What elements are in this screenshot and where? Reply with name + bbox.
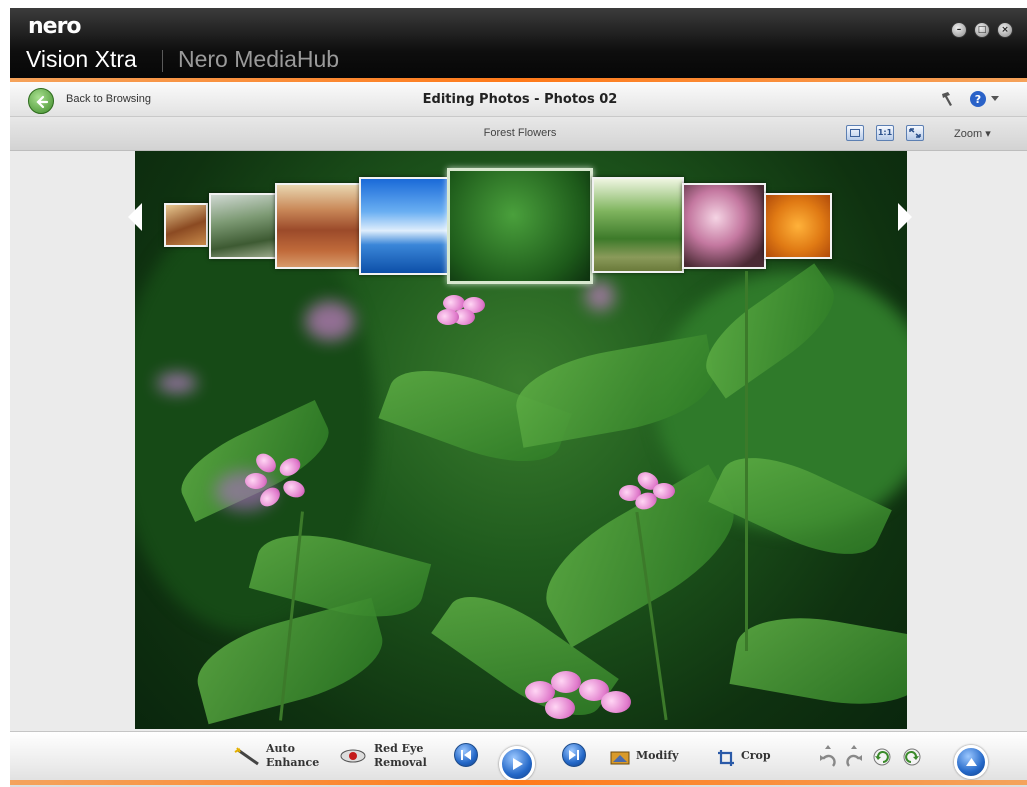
thumb-pink-blossoms[interactable] — [682, 183, 766, 269]
thumb-blue-sky-lake[interactable] — [359, 177, 453, 275]
undo-icon[interactable] — [818, 744, 838, 770]
close-button[interactable]: × — [997, 22, 1013, 38]
mediahub-title[interactable]: Nero MediaHub — [178, 46, 339, 73]
red-eye-icon — [340, 749, 366, 763]
thumb-river-valley[interactable] — [209, 193, 277, 259]
previous-photo-arrow[interactable] — [128, 203, 142, 231]
nav-tools: ? — [939, 90, 1009, 110]
pink-flower — [615, 468, 685, 521]
skip-back-icon — [461, 750, 471, 760]
redo-icon[interactable] — [844, 744, 864, 770]
help-icon[interactable]: ? — [969, 90, 987, 108]
fullscreen-button[interactable] — [906, 125, 924, 141]
app-title: Vision Xtra — [26, 46, 137, 72]
fern-leaf — [729, 605, 907, 717]
thumb-forest-flowers[interactable] — [447, 168, 593, 284]
title-bar: nero Vision Xtra Nero MediaHub – □ × — [10, 8, 1027, 82]
svg-text:?: ? — [975, 93, 981, 106]
back-arrow-icon — [36, 95, 49, 109]
rotate-right-icon[interactable] — [902, 747, 922, 767]
fit-window-button[interactable] — [846, 125, 864, 141]
next-button[interactable] — [562, 743, 586, 767]
crop-label: Crop — [741, 749, 771, 762]
toolbar-accent-bar — [10, 780, 1027, 785]
pink-flower — [245, 449, 315, 521]
maximize-button[interactable]: □ — [974, 22, 990, 38]
album-title: Forest Flowers — [483, 127, 557, 139]
thumb-red-buttes[interactable] — [275, 183, 361, 269]
hammer-icon[interactable] — [939, 90, 957, 108]
crop-icon — [718, 750, 734, 766]
fullscreen-icon — [909, 128, 921, 138]
flower-stem — [745, 271, 748, 651]
thumb-forest-path[interactable] — [592, 177, 684, 273]
auto-enhance-label-1: Auto — [266, 742, 295, 755]
pink-flower — [525, 671, 635, 729]
auto-enhance-label-2: Enhance — [266, 756, 320, 769]
actual-size-button[interactable]: 1:1 — [876, 125, 894, 141]
red-eye-label-1: Red Eye — [374, 742, 424, 755]
blurred-flower — [585, 281, 615, 311]
back-to-browsing-link[interactable]: Back to Browsing — [66, 93, 151, 105]
chevron-up-icon — [966, 758, 977, 766]
magic-wand-icon — [234, 747, 259, 766]
navigation-bar: Back to Browsing Editing Photos - Photos… — [10, 82, 1027, 117]
blurred-flower — [305, 301, 355, 341]
title-separator — [162, 50, 163, 72]
previous-button[interactable] — [454, 743, 478, 767]
minimize-button[interactable]: – — [951, 22, 967, 38]
nero-logo: nero — [28, 14, 82, 39]
application-window: nero Vision Xtra Nero MediaHub – □ × Bac… — [10, 8, 1027, 787]
zoom-label: Zoom — [954, 128, 983, 140]
modify-button[interactable]: Modify — [610, 740, 690, 776]
crop-button[interactable]: Crop — [717, 740, 787, 776]
chevron-down-icon: ▾ — [985, 128, 991, 140]
red-eye-removal-button[interactable]: Red Eye Removal — [340, 740, 436, 776]
photo-viewer — [10, 151, 1027, 731]
pink-flower — [435, 291, 495, 341]
skip-forward-icon — [569, 750, 579, 760]
play-icon — [513, 758, 523, 770]
auto-enhance-button[interactable]: Auto Enhance — [234, 740, 326, 776]
edit-toolbar: Auto Enhance Red Eye Removal Modify Crop — [10, 731, 1027, 787]
page-title: Editing Photos - Photos 02 — [422, 92, 618, 107]
thumb-orange-flowers[interactable] — [764, 193, 832, 259]
modify-icon — [610, 751, 630, 765]
next-photo-arrow[interactable] — [898, 203, 912, 231]
expand-button[interactable] — [954, 745, 988, 779]
blurred-flower — [157, 373, 197, 393]
rotate-left-icon[interactable] — [872, 747, 892, 767]
play-button[interactable] — [499, 746, 535, 782]
modify-label: Modify — [636, 749, 679, 762]
red-eye-label-2: Removal — [374, 756, 427, 769]
help-dropdown-icon[interactable] — [991, 96, 999, 102]
fit-window-icon — [850, 129, 860, 137]
thumb-desert-arch[interactable] — [164, 203, 208, 247]
zoom-dropdown[interactable]: Zoom ▾ — [954, 127, 991, 140]
album-bar: Forest Flowers 1:1 Zoom ▾ — [10, 117, 1027, 151]
back-button[interactable] — [28, 88, 54, 114]
